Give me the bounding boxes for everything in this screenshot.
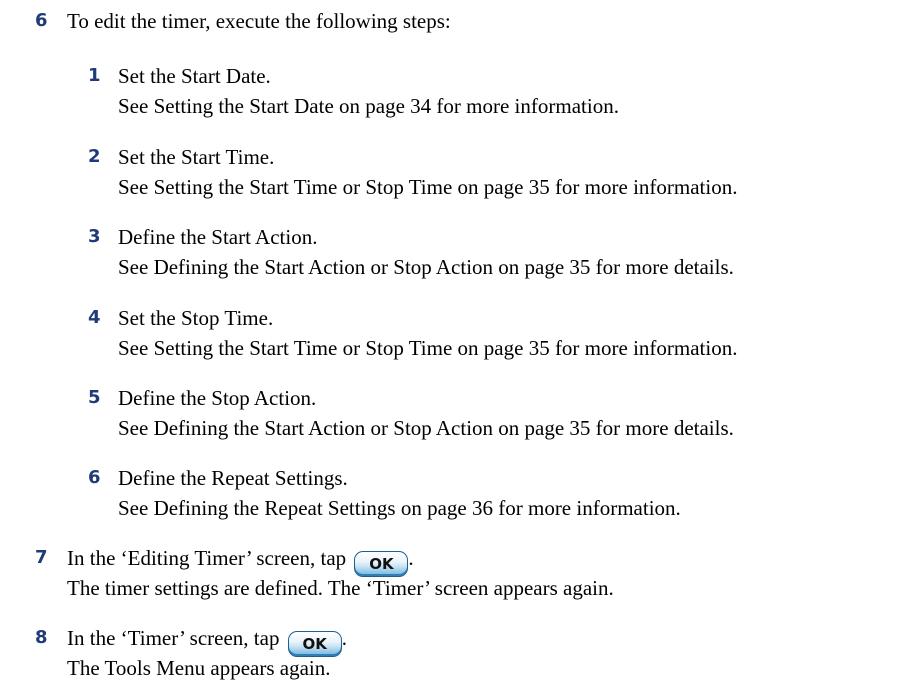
substep-reference: See Setting the Start Time or Stop Time … [118,336,738,360]
substep-number: 4 [88,307,101,328]
step-instruction-text: In the ‘Timer’ screen, tap [67,626,280,650]
step-result: The Tools Menu appears again. [67,656,331,680]
substep-instruction: Define the Repeat Settings. [118,466,348,490]
substep-reference: See Defining the Start Action or Stop Ac… [118,416,734,440]
substep-reference: See Defining the Start Action or Stop Ac… [118,255,734,279]
substep-reference: See Defining the Repeat Settings on page… [118,496,681,520]
substep-reference: See Setting the Start Time or Stop Time … [118,175,738,199]
step-text: To edit the timer, execute the following… [67,9,451,33]
step-number: 7 [35,547,48,568]
substep-instruction: Define the Stop Action. [118,386,317,410]
substep-reference: See Setting the Start Date on page 34 fo… [118,94,619,118]
substep-number: 5 [88,387,101,408]
substep-number: 6 [88,467,101,488]
substep-number: 3 [88,226,101,247]
substep-instruction: Set the Start Time. [118,145,275,169]
substep-instruction: Define the Start Action. [118,225,318,249]
substep-instruction: Set the Stop Time. [118,306,274,330]
step-instruction-period: . [341,626,347,650]
substep-instruction: Set the Start Date. [118,64,271,88]
step-instruction-period: . [408,546,414,570]
substep-number: 1 [88,65,101,86]
step-instruction: In the ‘Timer’ screen, tap OK. [67,623,347,657]
substep-number: 2 [88,146,101,167]
step-number: 8 [35,627,48,648]
step-number: 6 [35,10,48,31]
step-instruction-text: In the ‘Editing Timer’ screen, tap [67,546,347,570]
step-result: The timer settings are defined. The ‘Tim… [67,576,614,600]
step-instruction: In the ‘Editing Timer’ screen, tap OK. [67,543,614,577]
